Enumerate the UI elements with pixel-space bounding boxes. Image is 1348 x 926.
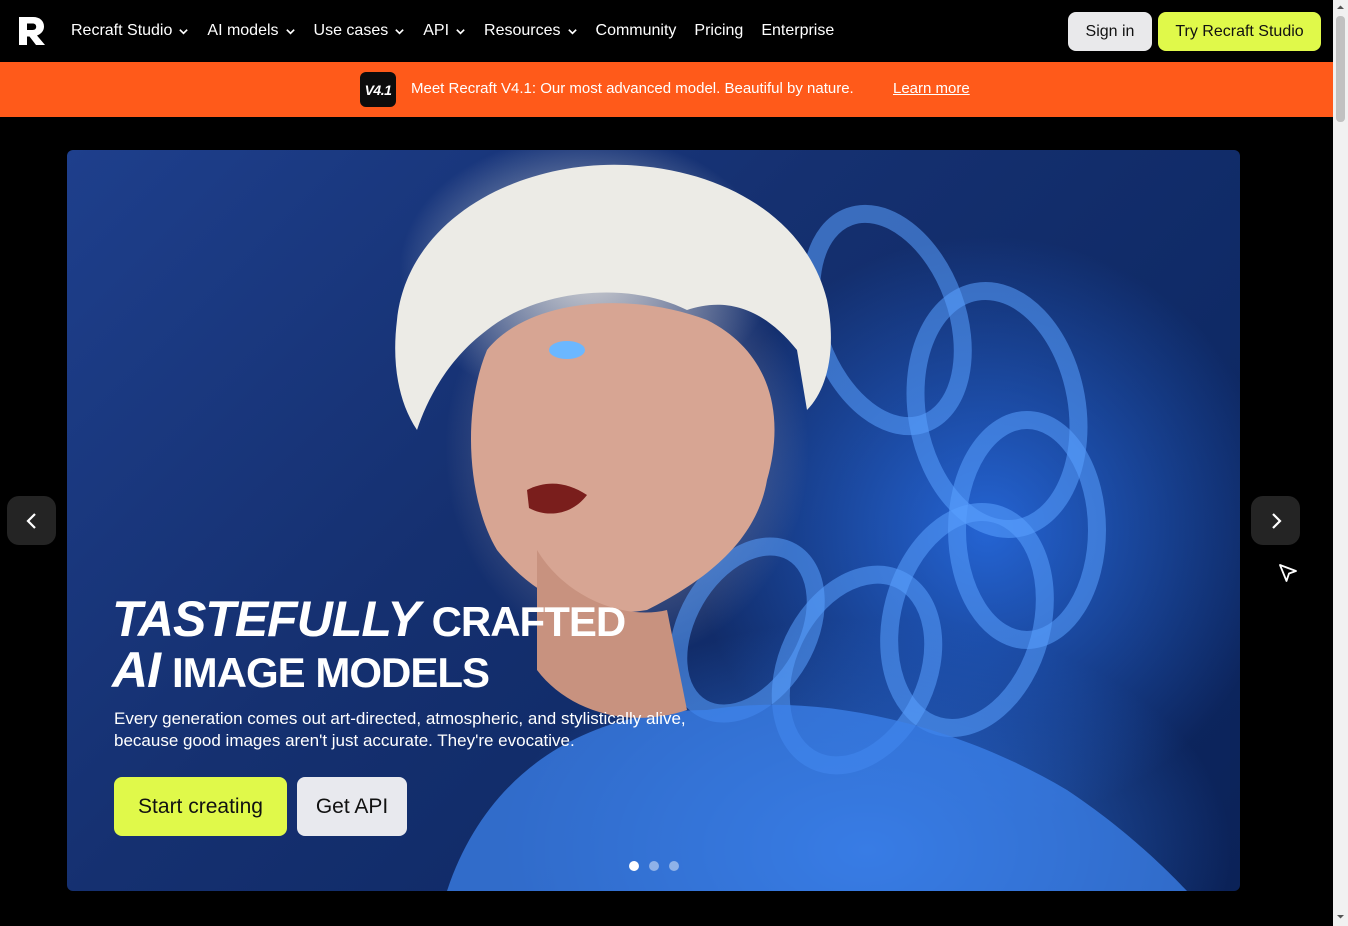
top-nav: Recraft Studio AI models Use cases API R… xyxy=(0,0,1333,62)
chevron-down-icon xyxy=(456,28,465,35)
nav-item-pricing[interactable]: Pricing xyxy=(694,22,743,40)
chevron-down-icon xyxy=(179,28,189,35)
nav-item-label: Enterprise xyxy=(761,22,835,39)
page-scrollbar[interactable] xyxy=(1333,0,1348,926)
hero-subtext: Every generation comes out art-directed,… xyxy=(114,709,686,750)
scroll-down-icon[interactable] xyxy=(1336,912,1345,921)
nav-item-resources[interactable]: Resources xyxy=(484,22,577,40)
chevron-down-icon xyxy=(395,28,404,35)
nav-item-use-cases[interactable]: Use cases xyxy=(314,22,406,40)
nav-item-label: Pricing xyxy=(694,22,744,39)
nav-item-label: Community xyxy=(595,22,677,39)
nav-item-ai-models[interactable]: AI models xyxy=(207,22,295,40)
cursor-icon xyxy=(1279,564,1297,582)
chevron-right-icon xyxy=(1271,512,1282,529)
nav-item-community[interactable]: Community xyxy=(596,22,677,40)
hero-carousel-slide: TASTEFULLY CRAFTED AI IMAGE MODELS Every… xyxy=(67,150,1240,891)
announcement-bar: V4.1 Meet Recraft V4.1: Our most advance… xyxy=(0,62,1333,117)
carousel-prev-button[interactable] xyxy=(7,496,56,545)
headline-word: IMAGE MODELS xyxy=(172,649,490,696)
get-api-button[interactable]: Get API xyxy=(297,777,407,836)
headline-word: CRAFTED xyxy=(431,598,627,645)
nav-item-enterprise[interactable]: Enterprise xyxy=(761,22,834,40)
recraft-logo-icon[interactable] xyxy=(17,15,47,47)
page: Recraft Studio AI models Use cases API R… xyxy=(0,0,1333,926)
carousel-next-button[interactable] xyxy=(1251,496,1300,545)
start-creating-button[interactable]: Start creating xyxy=(114,777,287,836)
sign-in-button[interactable]: Sign in xyxy=(1068,12,1152,51)
version-badge: V4.1 xyxy=(360,72,396,107)
announcement-text: Meet Recraft V4.1: Our most advanced mod… xyxy=(411,80,854,97)
carousel-dot[interactable] xyxy=(629,861,639,871)
nav-item-label: AI models xyxy=(207,22,279,39)
nav-menu: Recraft Studio AI models Use cases API R… xyxy=(71,0,852,62)
carousel-dots xyxy=(629,861,679,871)
nav-item-recraft-studio[interactable]: Recraft Studio xyxy=(71,22,189,40)
nav-item-label: API xyxy=(423,22,450,39)
carousel-dot[interactable] xyxy=(649,861,659,871)
try-recraft-studio-button[interactable]: Try Recraft Studio xyxy=(1158,12,1321,51)
nav-item-api[interactable]: API xyxy=(423,22,466,40)
nav-item-label: Recraft Studio xyxy=(71,22,173,39)
carousel-dot[interactable] xyxy=(669,861,679,871)
chevron-down-icon xyxy=(567,28,577,35)
nav-item-label: Resources xyxy=(484,22,561,39)
scroll-thumb[interactable] xyxy=(1336,16,1345,122)
nav-item-label: Use cases xyxy=(313,22,389,39)
chevron-down-icon xyxy=(285,28,295,35)
chevron-left-icon xyxy=(25,512,36,529)
headline-italic-word: AI xyxy=(112,642,161,698)
learn-more-link[interactable]: Learn more xyxy=(893,80,970,97)
hero-headline: TASTEFULLY CRAFTED AI IMAGE MODELS xyxy=(112,591,627,698)
headline-italic-word: TASTEFULLY xyxy=(112,591,421,647)
scroll-up-icon[interactable] xyxy=(1336,3,1345,12)
